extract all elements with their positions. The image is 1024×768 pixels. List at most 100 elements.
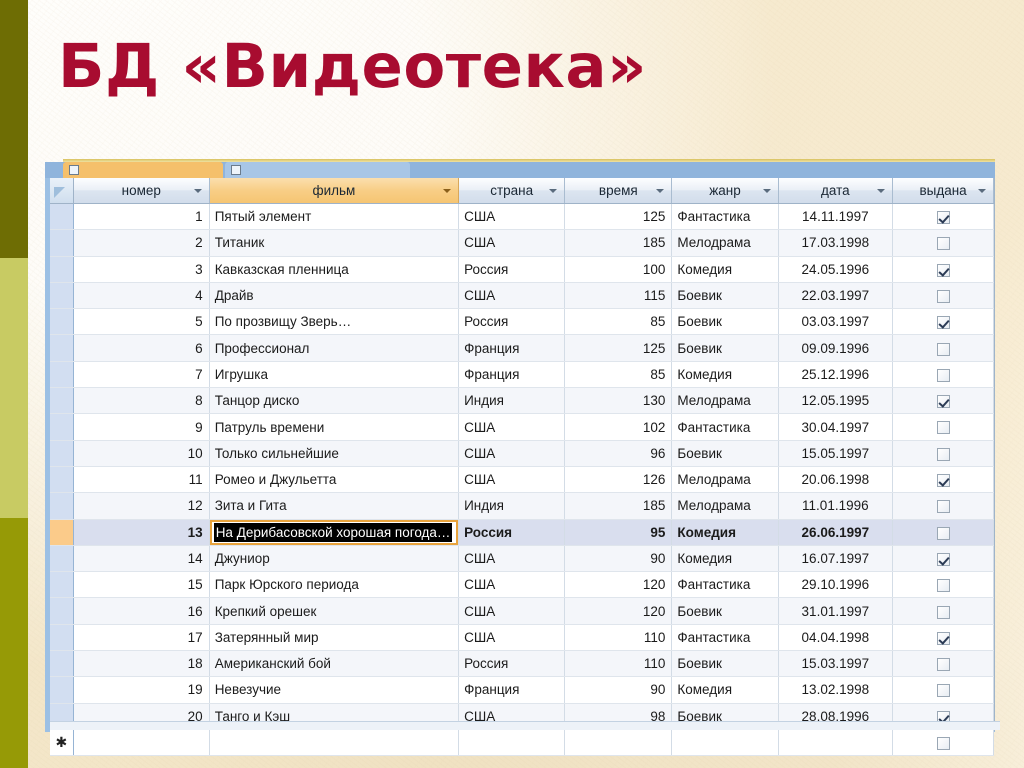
cell-num[interactable]: 15: [73, 571, 210, 599]
cell-film[interactable]: Парк Юрского периода: [209, 571, 460, 599]
cell-date[interactable]: 17.03.1998: [778, 229, 894, 257]
cell-genre[interactable]: Комедия: [671, 256, 779, 283]
checkbox-unchecked-icon[interactable]: [936, 342, 950, 356]
checkbox-unchecked-icon[interactable]: [936, 500, 950, 514]
column-header-num[interactable]: номер: [73, 178, 210, 204]
table-row[interactable]: 2 Титаник США 185 Мелодрама 17.03.1998: [50, 229, 994, 257]
cell-num[interactable]: 10: [73, 440, 210, 467]
row-selector[interactable]: [50, 519, 74, 546]
select-all-corner[interactable]: [50, 178, 74, 204]
table-row[interactable]: 5 По прозвищу Зверь… Россия 85 Боевик 03.03.1…: [50, 308, 994, 336]
cell-date[interactable]: 15.03.1997: [778, 650, 894, 678]
cell-date[interactable]: 09.09.1996: [778, 334, 894, 362]
cell-time[interactable]: 115: [564, 282, 673, 310]
tab-1[interactable]: [225, 162, 410, 178]
table-row[interactable]: 7 Игрушка Франция 85 Комедия 25.12.1996: [50, 361, 994, 389]
row-selector[interactable]: [50, 676, 74, 704]
row-selector[interactable]: [50, 545, 74, 573]
cell-date[interactable]: 12.05.1995: [778, 387, 894, 415]
cell-issued[interactable]: [892, 334, 994, 362]
chevron-down-icon[interactable]: [443, 188, 452, 193]
cell-issued[interactable]: [892, 624, 994, 652]
cell-date[interactable]: 26.06.1997: [778, 519, 894, 546]
cell-genre[interactable]: Мелодрама: [671, 466, 779, 494]
cell-film[interactable]: Профессионал: [209, 334, 460, 362]
row-selector[interactable]: [50, 387, 74, 415]
cell-num[interactable]: 6: [73, 334, 210, 362]
cell-date[interactable]: 25.12.1996: [778, 361, 894, 389]
cell-genre[interactable]: Комедия: [671, 545, 779, 573]
chevron-down-icon[interactable]: [978, 188, 986, 193]
cell-film[interactable]: Невезучие: [209, 676, 460, 704]
cell-num[interactable]: 16: [73, 597, 210, 625]
cell-country[interactable]: Россия: [458, 308, 566, 336]
cell-date[interactable]: 31.01.1997: [778, 597, 894, 625]
table-row[interactable]: 11 Ромео и Джульетта США 126 Мелодрама 20.06.…: [50, 466, 994, 494]
cell-time[interactable]: 110: [564, 624, 673, 652]
cell-num[interactable]: 8: [73, 387, 210, 415]
tab-0[interactable]: [63, 162, 223, 178]
cell-country[interactable]: США: [458, 282, 566, 310]
column-header-film[interactable]: фильм: [209, 178, 460, 204]
cell-num[interactable]: 4: [73, 282, 210, 310]
table-row[interactable]: 18 Американский бой Россия 110 Боевик 15.03.1…: [50, 650, 994, 678]
cell-issued[interactable]: [892, 282, 994, 310]
cell-country[interactable]: США: [458, 466, 566, 494]
cell-num[interactable]: 3: [73, 256, 210, 283]
cell-time[interactable]: 130: [564, 387, 673, 415]
cell-country[interactable]: Франция: [458, 361, 566, 389]
cell-num-empty[interactable]: [73, 729, 210, 757]
cell-genre[interactable]: Боевик: [671, 597, 779, 625]
cell-time[interactable]: 102: [564, 413, 673, 441]
new-record-row[interactable]: ✱: [50, 729, 994, 757]
cell-date[interactable]: 11.01.1996: [778, 492, 894, 520]
chevron-down-icon[interactable]: [193, 188, 202, 193]
cell-genre[interactable]: Боевик: [671, 334, 779, 362]
cell-time[interactable]: 126: [564, 466, 673, 494]
column-header-date[interactable]: дата: [778, 178, 894, 204]
cell-num[interactable]: 19: [73, 676, 210, 704]
cell-num[interactable]: 18: [73, 650, 210, 678]
cell-date[interactable]: 24.05.1996: [778, 256, 894, 283]
table-row[interactable]: 17 Затерянный мир США 110 Фантастика 04.04.19…: [50, 624, 994, 652]
cell-time[interactable]: 120: [564, 597, 673, 625]
cell-genre[interactable]: Фантастика: [671, 571, 779, 599]
table-row[interactable]: 9 Патруль времени США 102 Фантастика 30.04.19…: [50, 413, 994, 441]
cell-num[interactable]: 13: [73, 519, 210, 546]
cell-genre[interactable]: Мелодрама: [671, 229, 779, 257]
row-selector[interactable]: [50, 203, 74, 231]
cell-country-empty[interactable]: [458, 729, 566, 757]
cell-time[interactable]: 96: [564, 440, 673, 467]
cell-issued[interactable]: [892, 203, 994, 231]
cell-date[interactable]: 22.03.1997: [778, 282, 894, 310]
checkbox-checked-icon[interactable]: [936, 474, 950, 488]
checkbox-checked-icon[interactable]: [936, 631, 950, 645]
cell-num[interactable]: 17: [73, 624, 210, 652]
cell-time[interactable]: 125: [564, 334, 673, 362]
table-row[interactable]: 16 Крепкий орешек США 120 Боевик 31.01.1997: [50, 597, 994, 625]
chevron-down-icon[interactable]: [656, 188, 665, 193]
cell-num[interactable]: 9: [73, 413, 210, 441]
cell-genre[interactable]: Боевик: [671, 440, 779, 467]
checkbox-unchecked-icon[interactable]: [936, 421, 950, 435]
cell-film[interactable]: Американский бой: [209, 650, 460, 678]
cell-issued[interactable]: [892, 571, 994, 599]
cell-num[interactable]: 14: [73, 545, 210, 573]
row-selector[interactable]: [50, 413, 74, 441]
checkbox-unchecked-icon[interactable]: [936, 447, 950, 461]
checkbox-unchecked-icon[interactable]: [936, 684, 950, 698]
row-selector[interactable]: [50, 624, 74, 652]
cell-date[interactable]: 20.06.1998: [778, 466, 894, 494]
cell-country[interactable]: США: [458, 624, 566, 652]
cell-film[interactable]: Только сильнейшие: [209, 440, 460, 467]
new-record-selector[interactable]: ✱: [50, 729, 74, 757]
cell-country[interactable]: США: [458, 229, 566, 257]
table-row[interactable]: 14 Джуниор США 90 Комедия 16.07.1997: [50, 545, 994, 573]
cell-film[interactable]: Ромео и Джульетта: [209, 466, 460, 494]
cell-genre[interactable]: Фантастика: [671, 624, 779, 652]
cell-date[interactable]: 13.02.1998: [778, 676, 894, 704]
checkbox-unchecked-icon[interactable]: [936, 737, 950, 751]
chevron-down-icon[interactable]: [877, 188, 886, 193]
cell-country[interactable]: Россия: [458, 256, 566, 283]
cell-num[interactable]: 11: [73, 466, 210, 494]
